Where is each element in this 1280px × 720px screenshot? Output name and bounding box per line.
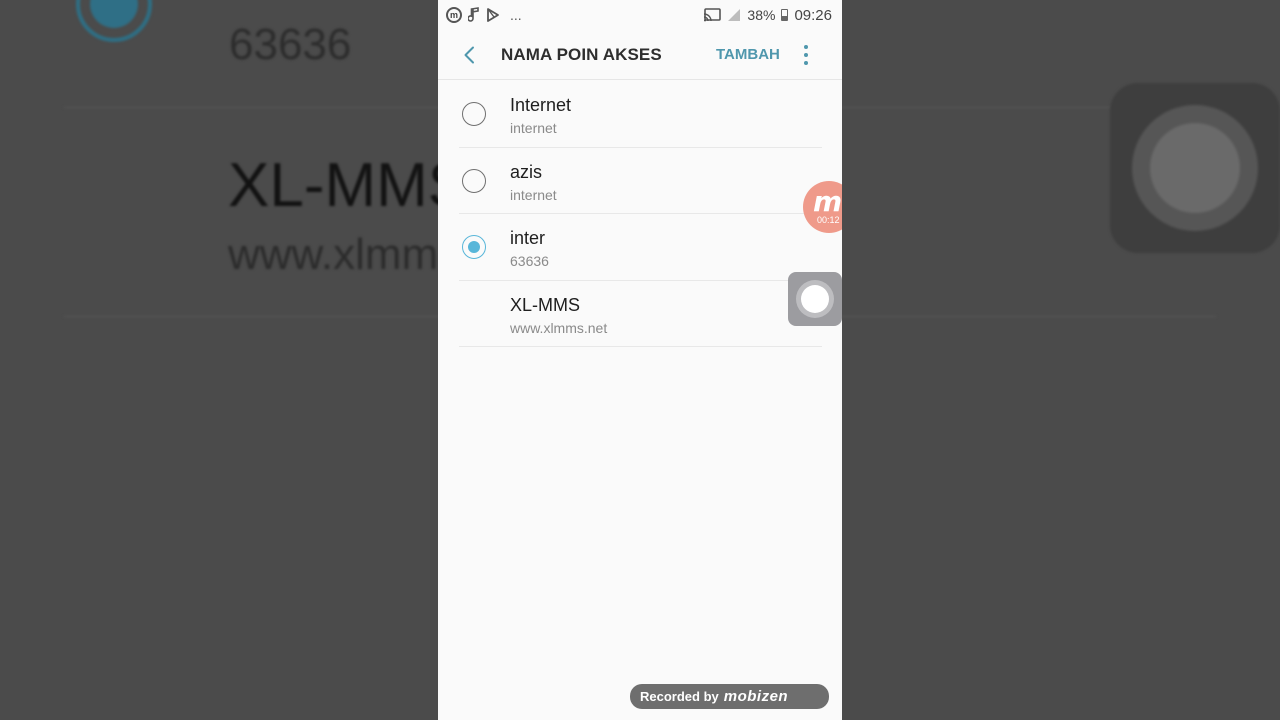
bg-mid-title: XL-MMS <box>228 151 470 220</box>
list-item[interactable]: inter 63636 <box>438 214 842 281</box>
list-item[interactable]: azis internet <box>438 148 842 214</box>
back-button[interactable] <box>456 43 482 67</box>
more-options-icon[interactable] <box>796 42 816 68</box>
cast-icon <box>703 7 722 23</box>
recording-watermark: Recorded by mobizen <box>630 684 829 709</box>
clock: 09:26 <box>794 6 832 24</box>
battery-percent: 38% <box>747 7 776 23</box>
chevron-left-icon <box>464 46 474 64</box>
app-bar: NAMA POIN AKSES TAMBAH <box>438 30 842 80</box>
mobizen-icon: m <box>446 7 462 23</box>
signal-icon <box>727 7 741 23</box>
bg-radio-icon <box>76 0 152 42</box>
play-store-icon <box>486 7 500 23</box>
bg-floating-button <box>1110 83 1280 253</box>
more-notifications: ... <box>510 7 522 23</box>
phone-screen: m ... 38% 09:26 NAMA POIN AKSES TAMBAH I… <box>438 0 842 720</box>
mobizen-letter: m <box>813 185 842 218</box>
apn-name: XL-MMS <box>510 294 581 315</box>
watermark-brand: mobizen <box>723 688 789 705</box>
radio-button-selected[interactable] <box>462 235 486 259</box>
apn-value: 63636 <box>510 253 549 269</box>
watermark-prefix: Recorded by <box>640 689 719 704</box>
apn-value: internet <box>510 186 557 203</box>
apn-list: Internet internet azis internet inter 63… <box>438 81 842 347</box>
apn-name: Internet <box>510 95 572 115</box>
apn-name: azis <box>510 161 543 182</box>
radio-button[interactable] <box>462 102 486 126</box>
apn-value: www.xlmms.net <box>510 319 608 336</box>
radio-button[interactable] <box>462 168 486 193</box>
music-note-icon <box>468 7 480 23</box>
battery-icon <box>781 7 789 23</box>
list-item[interactable]: Internet internet <box>438 81 842 148</box>
status-bar: m ... 38% 09:26 <box>438 0 842 30</box>
page-title: NAMA POIN AKSES <box>501 45 662 64</box>
list-item[interactable]: XL-MMS www.xlmms.net <box>438 281 842 347</box>
add-button[interactable]: TAMBAH <box>716 46 780 63</box>
apn-value: internet <box>510 120 557 136</box>
recording-timer: 00:12 <box>817 215 840 225</box>
bg-top-value: 63636 <box>229 20 352 69</box>
apn-name: inter <box>510 228 546 248</box>
assistive-touch-button[interactable] <box>788 272 842 326</box>
